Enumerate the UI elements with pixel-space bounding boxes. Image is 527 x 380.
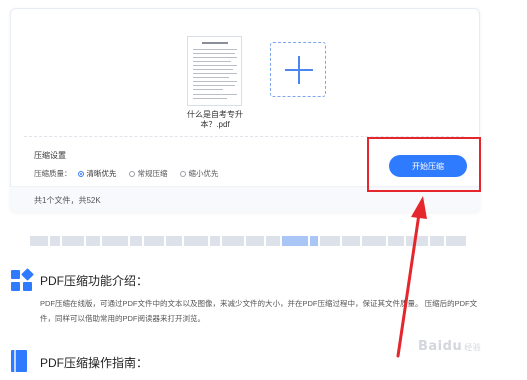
radio-empty-icon xyxy=(128,170,135,177)
start-compress-button[interactable]: 开始压缩 xyxy=(389,155,467,177)
radio-empty-icon xyxy=(179,170,186,177)
radio-size-first[interactable]: 缩小优先 xyxy=(179,168,219,179)
quality-options: 压缩质量： 清晰优先 常规压缩 缩小优先 xyxy=(34,168,231,179)
pdf-file-thumbnail[interactable] xyxy=(187,36,242,106)
book-icon xyxy=(11,350,27,372)
settings-title: 压缩设置 xyxy=(34,151,66,160)
intro-body: PDF压缩在线版，可通过PDF文件中的文本以及图像，来减少文件的大小，并在PDF… xyxy=(40,299,478,323)
file-summary: 共1个文件，共52K xyxy=(34,196,101,205)
radio-normal-compress[interactable]: 常规压缩 xyxy=(128,168,168,179)
grid-blocks-icon xyxy=(11,268,34,292)
intro-title: PDF压缩功能介绍： xyxy=(40,274,149,288)
blurred-tab-strip xyxy=(30,236,470,246)
quality-label: 压缩质量： xyxy=(34,169,72,178)
file-name: 什么是自考专升本？.pdf xyxy=(187,110,243,129)
radio-selected-icon xyxy=(77,170,84,177)
add-file-button[interactable] xyxy=(270,42,326,97)
guide-title: PDF压缩操作指南： xyxy=(40,356,149,370)
baidu-watermark: Baidu 经验 xyxy=(418,339,482,354)
radio-clarity-first[interactable]: 清晰优先 xyxy=(77,168,117,179)
